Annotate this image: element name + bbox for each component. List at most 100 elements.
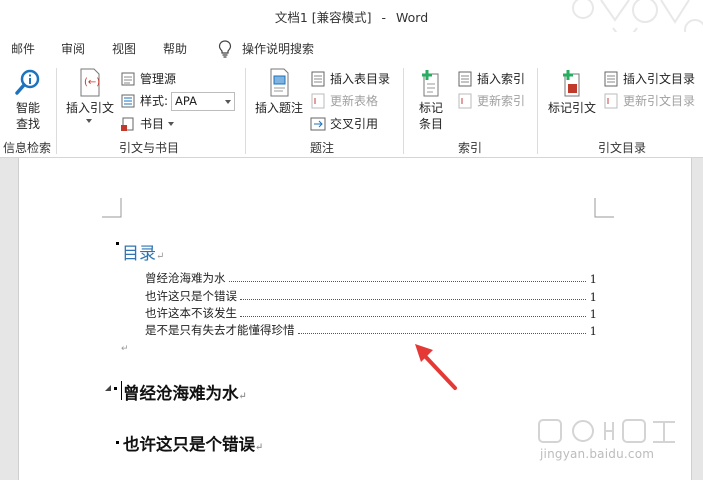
insert-toa-button[interactable]: 插入引文目录 [603,69,695,89]
style-selector: 样式: APA [120,91,236,111]
mark-citation-button[interactable]: 标记引文 [545,68,599,116]
toc-heading[interactable]: 目录↵ [122,239,164,264]
insert-table-of-figures-label: 插入表目录 [330,72,391,86]
cross-reference-label: 交叉引用 [330,117,379,131]
insert-citation-button[interactable]: (←) 插入引文 [62,68,118,124]
style-icon [120,93,136,109]
toc-page-number: 1 [589,290,597,304]
document-name: 文档1 [274,10,308,25]
paragraph-mark: ↵ [255,442,264,453]
group-label-toa: 引文目录 [598,141,647,155]
crop-mark-top-left [102,198,122,218]
toc-entry[interactable]: 曾经沧海难为水 1 [145,270,597,286]
table-of-figures-icon [310,71,326,87]
update-toa-label: 更新引文目录 [623,94,696,108]
insert-toa-label: 插入引文目录 [623,72,696,86]
tab-help[interactable]: 帮助 [163,40,187,57]
tab-mailings[interactable]: 邮件 [11,40,35,57]
toc-entry[interactable]: 是不是只有失去才能懂得珍惜 1 [145,322,597,338]
manage-sources-icon [120,71,136,87]
smart-lookup-label-1: 智能 [15,101,40,115]
group-label-captions: 题注 [310,141,335,155]
compat-mode: [兼容模式] [311,10,372,25]
title-bar: 文档1 [兼容模式] - Word [0,0,703,44]
toc-entry-text: 也许这只是个错误 [145,289,237,303]
mark-entry-button[interactable]: 标记 条目 [410,68,452,132]
insert-index-button[interactable]: 插入索引 [457,69,525,89]
paragraph-bullet [114,387,117,390]
insert-caption-icon [270,68,289,97]
update-index-label: 更新索引 [477,94,526,108]
tab-view[interactable]: 视图 [112,40,136,57]
heading-1[interactable]: 曾经沧海难为水↵ [123,380,247,404]
toc-entry-text: 是不是只有失去才能懂得珍惜 [145,323,295,337]
group-label-index: 索引 [458,141,483,155]
toc-leader-dots [240,299,586,300]
style-label: 样式: [140,94,169,108]
insert-caption-button[interactable]: 插入题注 [252,68,306,116]
toc-page-number: 1 [589,307,597,321]
update-index-icon [457,93,473,109]
ribbon: 智能 查找 信息检索 (←) 插入引文 管理源 样式: APA 书目 引文与书目… [0,64,703,158]
style-dropdown[interactable]: APA [171,91,236,111]
mark-citation-label: 标记引文 [547,101,596,115]
update-table-label: 更新表格 [330,94,379,108]
bibliography-icon [120,116,136,132]
toc-leader-dots [228,281,586,282]
toc-page-number: 1 [589,272,597,286]
toc-heading-text: 目录 [122,244,156,264]
svg-text:(←): (←) [84,77,100,88]
heading-text: 曾经沧海难为水 [123,384,239,403]
cross-reference-button[interactable]: 交叉引用 [310,114,378,134]
bibliography-label: 书目 [140,117,165,131]
paragraph-mark: ↵ [238,391,247,402]
insert-caption-label: 插入题注 [254,101,303,115]
lightbulb-icon [218,40,232,58]
toc-page-number: 1 [589,324,597,338]
tab-review[interactable]: 审阅 [61,40,85,57]
heading-text: 也许这只是个错误 [123,435,255,454]
update-table-button[interactable]: 更新表格 [310,91,378,111]
baidu-watermark-logo [538,419,675,443]
menu-bar: 邮件 审阅 视图 帮助 操作说明搜索 [0,32,703,64]
manage-sources-label: 管理源 [140,72,177,86]
paragraph-bullet [116,242,119,245]
update-table-icon [310,93,326,109]
mark-entry-icon [422,70,439,97]
toc-entry[interactable]: 也许这只是个错误 1 [145,288,597,304]
mark-entry-label-2: 条目 [418,117,443,131]
tell-me-search[interactable]: 操作说明搜索 [242,40,314,57]
collapse-triangle-icon[interactable] [104,384,112,392]
toc-leader-dots [240,316,586,317]
update-toa-icon [603,93,619,109]
group-label-citations: 引文与书目 [119,141,180,155]
insert-index-icon [457,71,473,87]
paragraph-mark: ↵ [156,251,165,262]
empty-paragraph-mark: ↵ [121,344,129,354]
mark-entry-label-1: 标记 [418,101,443,115]
chevron-down-icon [86,119,92,123]
heading-2[interactable]: 也许这只是个错误↵ [123,431,263,455]
update-index-button[interactable]: 更新索引 [457,91,525,111]
bibliography-button[interactable]: 书目 [120,114,175,134]
toc-entry-text: 曾经沧海难为水 [145,271,226,285]
group-label-research: 信息检索 [3,141,52,155]
smart-lookup-button[interactable]: 智能 查找 [8,68,48,132]
group-divider [537,68,538,154]
smart-lookup-label-2: 查找 [15,117,40,131]
app-name: Word [396,10,429,25]
mark-citation-icon [563,70,580,97]
style-value: APA [175,93,197,108]
insert-table-of-figures-button[interactable]: 插入表目录 [310,69,390,89]
insert-index-label: 插入索引 [477,72,526,86]
magnifier-icon [15,69,40,95]
insert-citation-label: 插入引文 [65,101,114,115]
group-divider [403,68,404,154]
toc-entry-text: 也许这本不该发生 [145,306,237,320]
group-divider [56,68,57,154]
update-toa-button[interactable]: 更新引文目录 [603,91,695,111]
manage-sources-button[interactable]: 管理源 [120,69,176,89]
toc-entry[interactable]: 也许这本不该发生 1 [145,305,597,321]
group-divider [245,68,246,154]
insert-citation-icon: (←) [80,68,100,97]
